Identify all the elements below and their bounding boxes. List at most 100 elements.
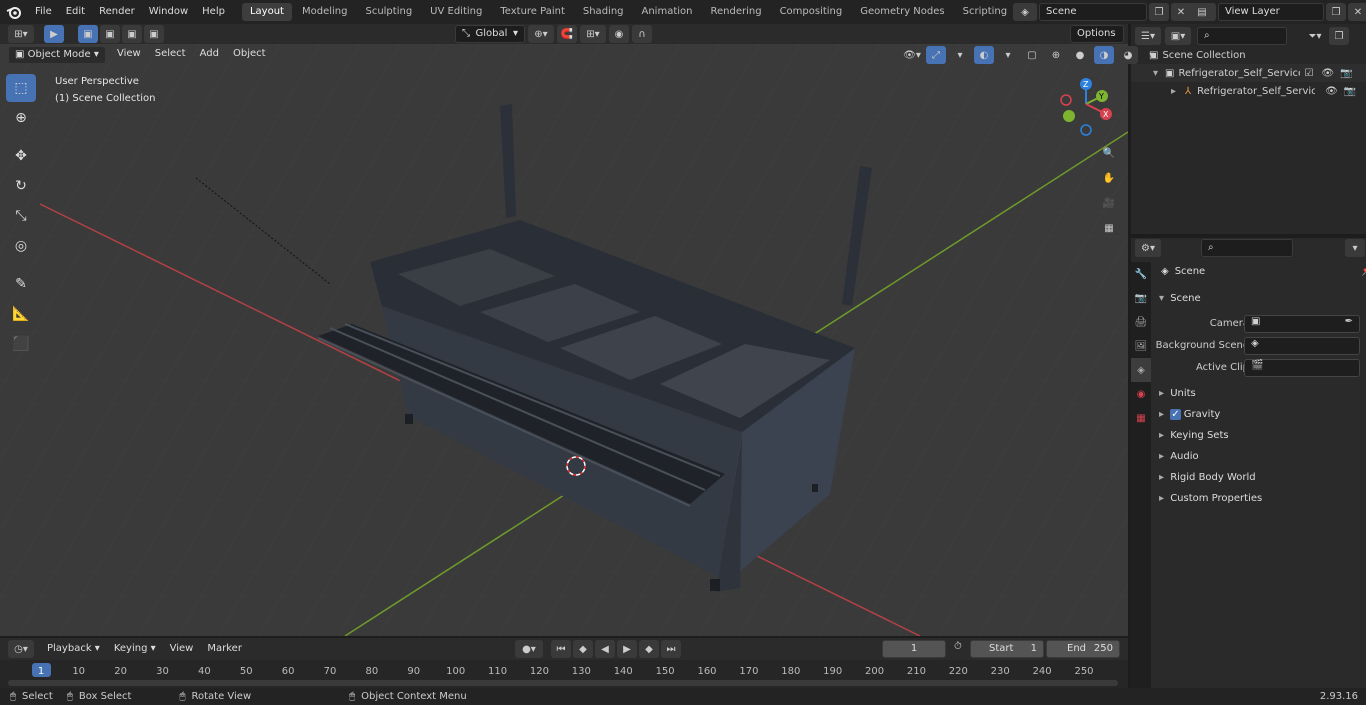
select-tool-icon[interactable]: ▶ bbox=[44, 25, 64, 43]
play-reverse-icon[interactable]: ◀ bbox=[594, 640, 615, 658]
proportional-edit-icon[interactable]: ◉ bbox=[609, 25, 629, 43]
gizmo-toggle-icon[interactable]: ⤢ bbox=[926, 46, 946, 64]
panel-keying-sets[interactable]: ▸ Keying Sets bbox=[1159, 430, 1229, 441]
scene-section-header[interactable]: ▾ Scene bbox=[1159, 293, 1201, 304]
background-scene-field[interactable]: ◈ bbox=[1244, 337, 1360, 355]
zoom-icon[interactable]: 🔍 bbox=[1098, 142, 1120, 164]
3d-viewport[interactable]: User Perspective (1) Scene Collection Z … bbox=[0, 44, 1128, 636]
falloff-icon[interactable]: ∩ bbox=[632, 25, 652, 43]
world-tab-icon[interactable]: ◉ bbox=[1131, 382, 1151, 406]
scene-field[interactable]: Scene bbox=[1039, 3, 1147, 21]
tab-modeling[interactable]: Modeling bbox=[294, 3, 356, 21]
editor-type-icon[interactable]: ⊞▾ bbox=[8, 25, 34, 43]
new-scene-icon[interactable]: ❐ bbox=[1149, 3, 1169, 21]
filter-icon[interactable]: ⏷▾ bbox=[1305, 27, 1325, 45]
tab-compositing[interactable]: Compositing bbox=[772, 3, 851, 21]
tab-geometry-nodes[interactable]: Geometry Nodes bbox=[852, 3, 952, 21]
tab-uv-editing[interactable]: UV Editing bbox=[422, 3, 490, 21]
move-tool-icon[interactable]: ✥ bbox=[6, 142, 36, 170]
shading-material-icon[interactable]: ◑ bbox=[1094, 46, 1114, 64]
snap-icon[interactable]: 🧲 bbox=[557, 25, 577, 43]
tool-tab-icon[interactable]: 🔧 bbox=[1131, 262, 1151, 286]
select-box-tool-icon[interactable]: ⬚ bbox=[6, 74, 36, 102]
tab-scripting[interactable]: Scripting bbox=[955, 3, 1015, 21]
transform-orientation-dropdown[interactable]: ⤡ Global ▾ bbox=[455, 25, 525, 43]
menu-help[interactable]: Help bbox=[195, 0, 232, 24]
timeline-menu-playback[interactable]: Playback ▾ bbox=[40, 639, 107, 659]
current-frame-field[interactable]: 1 bbox=[882, 640, 946, 658]
panel-rigid-body-world[interactable]: ▸ Rigid Body World bbox=[1159, 472, 1256, 483]
rotate-tool-icon[interactable]: ↻ bbox=[6, 172, 36, 200]
tab-rendering[interactable]: Rendering bbox=[702, 3, 769, 21]
object-mode-dropdown[interactable]: ▣ Object Mode ▾ bbox=[8, 46, 106, 64]
gravity-checkbox[interactable]: ✓ bbox=[1170, 409, 1181, 420]
expand-right-icon[interactable]: ▸ bbox=[1171, 86, 1179, 97]
viewport-menu-select[interactable]: Select bbox=[148, 44, 193, 64]
outliner-editor-icon[interactable]: ☰▾ bbox=[1135, 27, 1161, 45]
select-invert-icon[interactable]: ▣ bbox=[144, 25, 164, 43]
scale-tool-icon[interactable]: ⤡ bbox=[6, 202, 36, 230]
viewport-menu-object[interactable]: Object bbox=[226, 44, 273, 64]
add-cube-tool-icon[interactable]: ⬛ bbox=[6, 330, 36, 358]
outliner-row-object[interactable]: ▸ ⅄ Refrigerator_Self_Service 👁 📷 bbox=[1131, 82, 1366, 100]
pan-hand-icon[interactable]: ✋ bbox=[1098, 167, 1120, 189]
menu-edit[interactable]: Edit bbox=[59, 0, 92, 24]
camera-icon[interactable]: 📷 bbox=[1340, 68, 1352, 79]
camera-view-icon[interactable]: 🎥 bbox=[1098, 192, 1120, 214]
tab-sculpting[interactable]: Sculpting bbox=[357, 3, 420, 21]
timeline-menu-view[interactable]: View bbox=[163, 639, 201, 659]
active-clip-field[interactable]: 🎬 bbox=[1244, 359, 1360, 377]
new-view-layer-icon[interactable]: ❐ bbox=[1326, 3, 1346, 21]
select-extend-icon[interactable]: ▣ bbox=[100, 25, 120, 43]
panel-gravity[interactable]: ▸ ✓ Gravity bbox=[1159, 409, 1220, 420]
select-subtract-icon[interactable]: ▣ bbox=[122, 25, 142, 43]
panel-custom-properties[interactable]: ▸ Custom Properties bbox=[1159, 493, 1262, 504]
display-mode-icon[interactable]: ▣▾ bbox=[1165, 27, 1191, 45]
snap-target-icon[interactable]: ⊞▾ bbox=[580, 25, 606, 43]
jump-end-icon[interactable]: ⏭ bbox=[660, 640, 681, 658]
record-icon[interactable]: ●▾ bbox=[514, 640, 543, 658]
viewport-menu-view[interactable]: View bbox=[110, 44, 148, 64]
select-new-icon[interactable]: ▣ bbox=[78, 25, 98, 43]
outliner-row-scene-collection[interactable]: ▣ Scene Collection bbox=[1131, 46, 1366, 64]
end-frame-field[interactable]: End 250 bbox=[1046, 640, 1120, 658]
start-frame-field[interactable]: Start 1 bbox=[970, 640, 1044, 658]
expand-down-icon[interactable]: ▾ bbox=[1153, 68, 1161, 79]
navigation-gizmo[interactable]: Z Y X bbox=[1058, 74, 1118, 138]
view-layer-icon[interactable]: ▤ bbox=[1188, 3, 1216, 21]
visibility-icon[interactable]: 👁▾ bbox=[902, 46, 922, 64]
viewport-menu-add[interactable]: Add bbox=[193, 44, 226, 64]
menu-render[interactable]: Render bbox=[92, 0, 142, 24]
pivot-icon[interactable]: ⊕▾ bbox=[528, 25, 554, 43]
eyedropper-icon[interactable]: ✒ bbox=[1345, 316, 1353, 327]
render-tab-icon[interactable]: 📷 bbox=[1131, 286, 1151, 310]
overlay-toggle-icon[interactable]: ◐ bbox=[974, 46, 994, 64]
outliner-row-collection[interactable]: ▾ ▣ Refrigerator_Self_Service_Lin ☑ 👁 📷 bbox=[1131, 64, 1366, 82]
menu-window[interactable]: Window bbox=[142, 0, 195, 24]
pin-icon[interactable]: 📌 bbox=[1361, 266, 1366, 277]
menu-file[interactable]: File bbox=[28, 0, 59, 24]
properties-editor-icon[interactable]: ⚙▾ bbox=[1135, 239, 1161, 257]
eye-icon[interactable]: 👁 bbox=[1325, 86, 1338, 97]
timeline-scrollbar[interactable] bbox=[8, 680, 1118, 686]
outliner-search-input[interactable]: ⌕ bbox=[1197, 27, 1287, 45]
next-keyframe-icon[interactable]: ◆ bbox=[638, 640, 659, 658]
jump-start-icon[interactable]: ⏮ bbox=[550, 640, 571, 658]
texture-tab-icon[interactable]: ▦ bbox=[1131, 406, 1151, 430]
tab-animation[interactable]: Animation bbox=[634, 3, 701, 21]
shading-dropdown-icon[interactable]: ▾ bbox=[1142, 46, 1162, 64]
shading-solid-icon[interactable]: ● bbox=[1070, 46, 1090, 64]
prev-keyframe-icon[interactable]: ◆ bbox=[572, 640, 593, 658]
scene-icon[interactable]: ◈ bbox=[1013, 3, 1037, 21]
shading-wireframe-icon[interactable]: ⊕ bbox=[1046, 46, 1066, 64]
shading-rendered-icon[interactable]: ◕ bbox=[1118, 46, 1138, 64]
delete-view-layer-icon[interactable]: ✕ bbox=[1348, 3, 1366, 21]
timeline-menu-marker[interactable]: Marker bbox=[200, 639, 249, 659]
stopwatch-icon[interactable]: ⏱ bbox=[954, 641, 962, 652]
timeline-menu-keying[interactable]: Keying ▾ bbox=[107, 639, 163, 659]
cursor-tool-icon[interactable]: ⊕ bbox=[6, 104, 36, 132]
timeline-editor-icon[interactable]: ◷▾ bbox=[8, 640, 34, 658]
eye-icon[interactable]: 👁 bbox=[1321, 68, 1334, 79]
view-layer-field[interactable]: View Layer bbox=[1218, 3, 1324, 21]
panel-units[interactable]: ▸ Units bbox=[1159, 388, 1196, 399]
